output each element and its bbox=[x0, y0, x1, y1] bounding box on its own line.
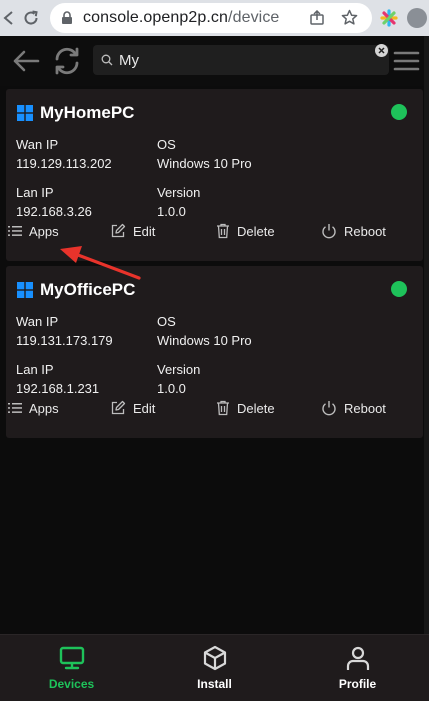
nav-devices[interactable]: Devices bbox=[0, 635, 143, 701]
address-bar[interactable]: console.openp2p.cn/device bbox=[50, 3, 372, 33]
nav-profile[interactable]: Profile bbox=[286, 635, 429, 701]
os-label: OS bbox=[157, 314, 176, 329]
bookmark-star-icon[interactable] bbox=[341, 9, 358, 26]
windows-logo-icon bbox=[17, 105, 33, 121]
os-label: OS bbox=[157, 137, 176, 152]
list-icon bbox=[8, 403, 22, 413]
address-text: console.openp2p.cn/device bbox=[83, 3, 279, 33]
search-input[interactable] bbox=[119, 45, 369, 75]
browser-menu-icon[interactable] bbox=[405, 0, 429, 36]
nav-install[interactable]: Install bbox=[143, 635, 286, 701]
reboot-label: Reboot bbox=[344, 223, 386, 239]
version-value: 1.0.0 bbox=[157, 381, 186, 396]
wan-ip-label: Wan IP bbox=[16, 137, 59, 152]
lan-ip-label: Lan IP bbox=[16, 185, 54, 200]
url-path: /device bbox=[228, 9, 280, 26]
wan-ip-value: 119.131.173.179 bbox=[16, 333, 113, 348]
apps-label: Apps bbox=[29, 400, 59, 416]
browser-back-icon[interactable] bbox=[0, 0, 18, 36]
device-search-box bbox=[93, 45, 389, 75]
apps-button[interactable]: Apps bbox=[8, 219, 59, 243]
lan-ip-value: 192.168.3.26 bbox=[16, 204, 92, 219]
wan-ip-label: Wan IP bbox=[16, 314, 59, 329]
device-actions: Apps Edit Delete Reboot bbox=[6, 396, 423, 420]
share-icon[interactable] bbox=[309, 10, 325, 26]
browser-toolbar: console.openp2p.cn/device bbox=[0, 0, 429, 36]
device-name: MyOfficePC bbox=[40, 280, 136, 299]
delete-label: Delete bbox=[237, 400, 275, 416]
apps-button[interactable]: Apps bbox=[8, 396, 59, 420]
reboot-button[interactable]: Reboot bbox=[321, 396, 386, 420]
version-value: 1.0.0 bbox=[157, 204, 186, 219]
back-arrow-icon[interactable] bbox=[12, 49, 40, 73]
delete-button[interactable]: Delete bbox=[216, 219, 275, 243]
wan-ip-value: 119.129.113.202 bbox=[16, 156, 112, 171]
delete-button[interactable]: Delete bbox=[216, 396, 275, 420]
scrollbar-track bbox=[424, 36, 429, 701]
app-container: MyHomePC Wan IP 119.129.113.202 OS Windo… bbox=[0, 36, 429, 701]
refresh-icon[interactable] bbox=[51, 45, 83, 77]
os-value: Windows 10 Pro bbox=[157, 333, 252, 348]
lock-icon bbox=[62, 11, 72, 24]
online-status-dot bbox=[391, 281, 407, 297]
nav-install-label: Install bbox=[197, 677, 232, 691]
url-host: console.openp2p.cn bbox=[83, 9, 229, 26]
reboot-label: Reboot bbox=[344, 400, 386, 416]
version-label: Version bbox=[157, 185, 201, 200]
box-icon bbox=[203, 645, 226, 671]
trash-icon bbox=[217, 400, 229, 416]
version-label: Version bbox=[157, 362, 201, 377]
edit-label: Edit bbox=[133, 400, 156, 416]
app-toolbar bbox=[0, 36, 429, 86]
online-status-dot bbox=[391, 104, 407, 120]
nav-devices-label: Devices bbox=[48, 677, 95, 691]
lan-ip-label: Lan IP bbox=[16, 362, 54, 377]
nav-profile-label: Profile bbox=[338, 677, 377, 691]
delete-label: Delete bbox=[237, 223, 275, 239]
extension-icon[interactable] bbox=[376, 0, 402, 36]
search-icon bbox=[101, 54, 113, 66]
clear-icon[interactable] bbox=[375, 44, 388, 57]
edit-icon bbox=[111, 223, 126, 238]
trash-icon bbox=[217, 223, 229, 239]
monitor-icon bbox=[59, 646, 84, 670]
windows-logo-icon bbox=[17, 282, 33, 298]
bottom-nav: Devices Install Profile bbox=[0, 634, 429, 701]
browser-reload-icon[interactable] bbox=[18, 0, 44, 36]
lan-ip-value: 192.168.1.231 bbox=[16, 381, 100, 396]
person-icon bbox=[346, 646, 369, 670]
device-card[interactable]: MyOfficePC Wan IP 119.131.173.179 OS Win… bbox=[6, 266, 423, 438]
power-icon bbox=[322, 401, 336, 416]
apps-label: Apps bbox=[29, 223, 59, 239]
device-name: MyHomePC bbox=[40, 103, 135, 122]
edit-label: Edit bbox=[133, 223, 156, 239]
list-icon bbox=[8, 226, 22, 236]
reboot-button[interactable]: Reboot bbox=[321, 219, 386, 243]
edit-button[interactable]: Edit bbox=[110, 396, 155, 420]
device-actions: Apps Edit Delete Reboot bbox=[6, 219, 423, 243]
power-icon bbox=[322, 224, 336, 239]
edit-icon bbox=[111, 400, 126, 415]
device-card[interactable]: MyHomePC Wan IP 119.129.113.202 OS Windo… bbox=[6, 89, 423, 261]
os-value: Windows 10 Pro bbox=[157, 156, 252, 171]
edit-button[interactable]: Edit bbox=[110, 219, 155, 243]
menu-icon[interactable] bbox=[393, 51, 420, 71]
